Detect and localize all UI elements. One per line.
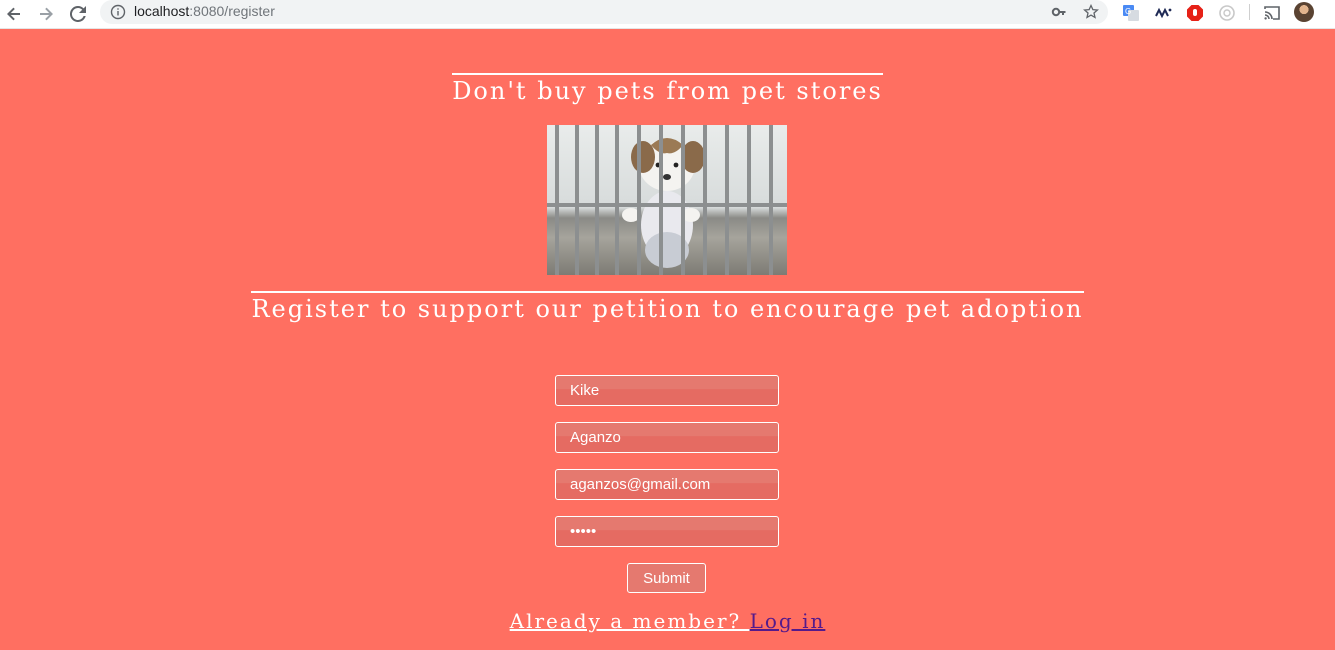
- email-field[interactable]: [555, 469, 779, 500]
- url-path: :8080/register: [189, 3, 275, 19]
- last-name-field[interactable]: [555, 422, 779, 453]
- toolbar-separator: [1249, 4, 1250, 20]
- translate-extension-icon[interactable]: G: [1121, 3, 1141, 23]
- adblock-extension-icon[interactable]: [1185, 3, 1205, 23]
- cast-icon[interactable]: [1262, 3, 1282, 23]
- address-bar[interactable]: localhost:8080/register: [100, 0, 1108, 24]
- key-icon[interactable]: [1050, 3, 1068, 21]
- info-icon[interactable]: [110, 4, 126, 20]
- star-icon[interactable]: [1082, 3, 1100, 21]
- browser-toolbar: localhost:8080/register G: [0, 0, 1335, 29]
- login-prompt-line: Already a member? Log in: [0, 609, 1335, 633]
- extension-icon[interactable]: [1153, 3, 1173, 23]
- reload-icon[interactable]: [67, 3, 89, 25]
- puppy-cage-image: [547, 125, 787, 275]
- login-link[interactable]: Log in: [750, 609, 826, 633]
- password-field[interactable]: [555, 516, 779, 547]
- page-subtitle: Register to support our petition to enco…: [0, 291, 1335, 324]
- forward-arrow-icon[interactable]: [35, 3, 57, 25]
- page-body: Don't buy pets from pet stores Register …: [0, 29, 1335, 650]
- extension-icon[interactable]: [1217, 3, 1237, 23]
- avatar[interactable]: [1294, 2, 1314, 22]
- page-title: Don't buy pets from pet stores: [0, 73, 1335, 106]
- login-prompt: Already a member?: [509, 609, 750, 633]
- svg-text:G: G: [1125, 7, 1131, 16]
- first-name-field[interactable]: [555, 375, 779, 406]
- url-text: localhost:8080/register: [134, 3, 275, 20]
- url-host: localhost: [134, 3, 190, 19]
- submit-button[interactable]: Submit: [627, 563, 706, 593]
- page-subtitle-text: Register to support our petition to enco…: [251, 291, 1084, 324]
- page-title-text: Don't buy pets from pet stores: [452, 73, 883, 106]
- back-arrow-icon[interactable]: [3, 3, 25, 25]
